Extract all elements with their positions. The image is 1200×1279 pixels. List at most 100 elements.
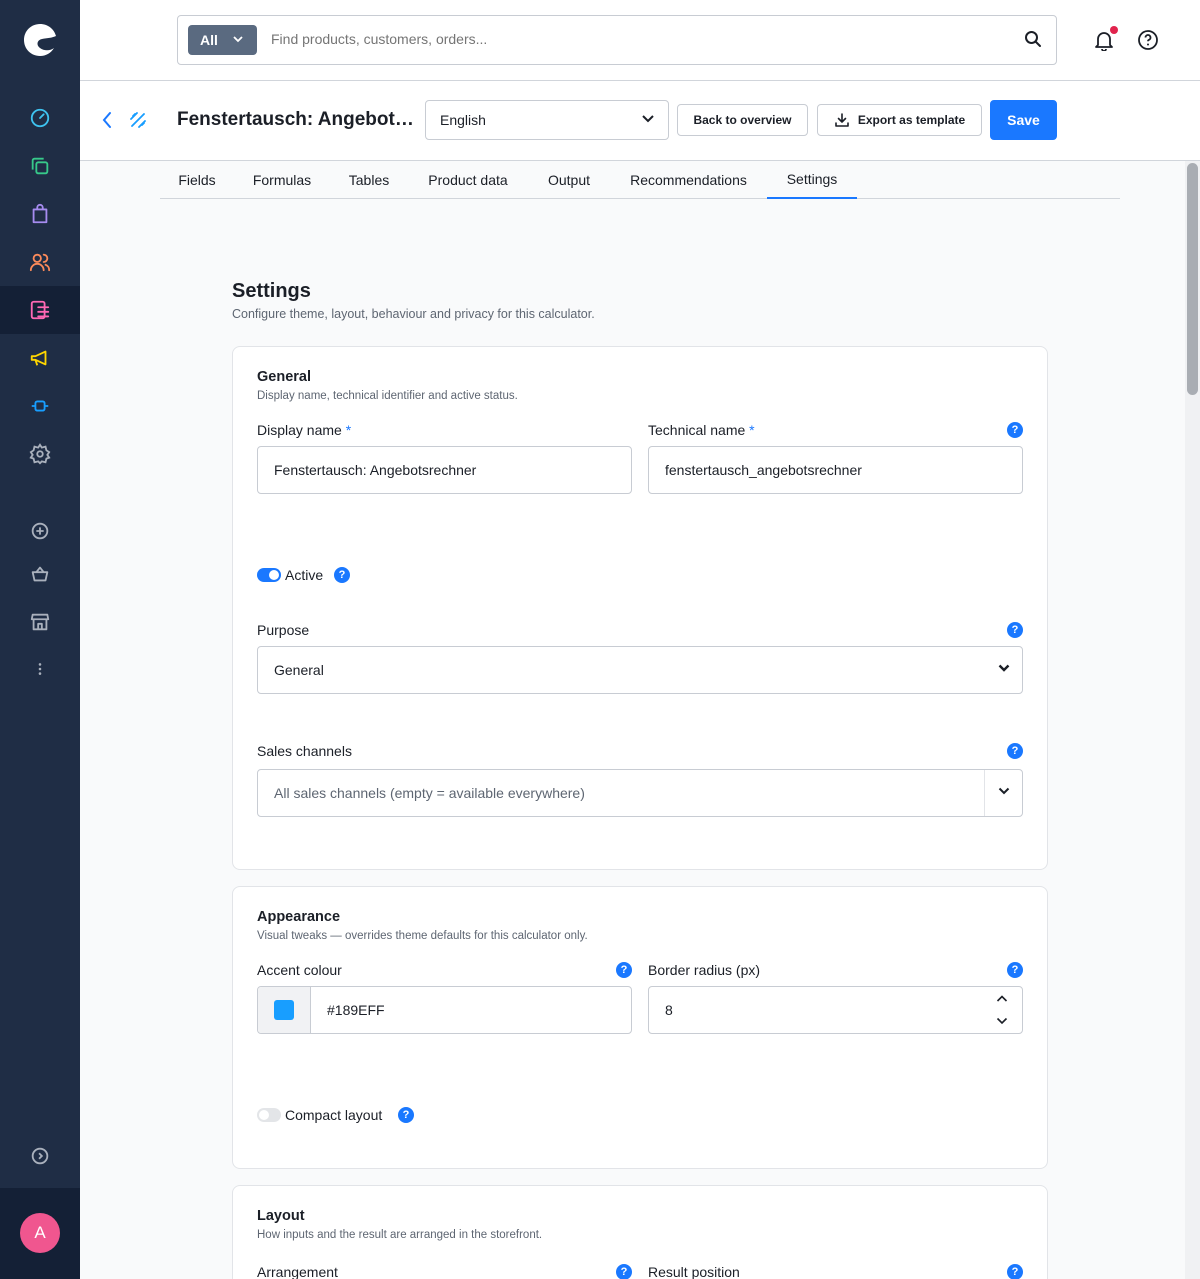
result-position-help-icon[interactable]: ?	[1007, 1264, 1023, 1279]
sidebar-item-customers[interactable]	[0, 238, 80, 286]
sidebar-expand-button[interactable]	[0, 1132, 80, 1180]
sidebar-item-sales-channel[interactable]	[0, 598, 80, 646]
chevron-down-icon[interactable]	[996, 1017, 1008, 1025]
chevron-down-icon	[642, 115, 654, 123]
chevron-left-icon[interactable]	[101, 111, 113, 129]
purpose-label: Purpose	[257, 622, 310, 638]
users-icon	[29, 253, 51, 272]
compact-layout-toggle[interactable]	[257, 1108, 281, 1122]
layout-card: Layout How inputs and the result are arr…	[232, 1185, 1048, 1279]
purpose-select[interactable]: General	[257, 646, 1023, 694]
chevron-down-icon	[233, 36, 243, 43]
settings-title: Settings	[232, 280, 311, 302]
megaphone-icon	[30, 350, 47, 366]
shopping-bag-icon	[32, 203, 48, 224]
active-toggle[interactable]	[257, 568, 281, 582]
sidebar-item-content[interactable]	[0, 286, 80, 334]
general-card: General Display name, technical identifi…	[232, 346, 1048, 870]
sidebar-item-orders[interactable]	[0, 190, 80, 238]
tab-bar: Fields Formulas Tables Product data Outp…	[160, 161, 1120, 199]
general-subtitle: Display name, technical identifier and a…	[257, 390, 518, 402]
sales-channels-placeholder: All sales channels (empty = available ev…	[274, 785, 585, 801]
shopware-logo-icon[interactable]	[20, 20, 60, 60]
top-bar: All	[80, 0, 1200, 81]
search-type-select[interactable]: All	[188, 25, 257, 55]
search-input[interactable]	[271, 31, 971, 47]
sidebar-item-add[interactable]	[0, 507, 80, 555]
tab-recommendations[interactable]: Recommendations	[610, 161, 767, 199]
export-template-label: Export as template	[857, 113, 966, 127]
accent-colour-help-icon[interactable]: ?	[616, 962, 632, 978]
sidebar-item-extensions[interactable]	[0, 382, 80, 430]
search-type-label: All	[200, 32, 218, 48]
active-help-icon[interactable]: ?	[334, 567, 350, 583]
settings-subtitle: Configure theme, layout, behaviour and p…	[232, 307, 595, 321]
more-vertical-icon	[38, 663, 42, 675]
global-search: All	[177, 15, 1057, 65]
layout-title: Layout	[257, 1208, 305, 1224]
avatar[interactable]: A	[20, 1213, 60, 1253]
technical-name-field[interactable]: fenstertausch_angebotsrechner	[648, 446, 1023, 494]
sidebar: A	[0, 0, 80, 1279]
arrangement-help-icon[interactable]: ?	[616, 1264, 632, 1279]
help-circle-icon[interactable]	[1137, 29, 1159, 51]
accent-colour-field[interactable]: #189EFF	[257, 986, 632, 1034]
purpose-help-icon[interactable]: ?	[1007, 622, 1023, 638]
accent-colour-label: Accent colour	[257, 962, 342, 978]
chevron-down-icon	[998, 787, 1010, 795]
search-icon[interactable]	[1024, 30, 1042, 48]
back-to-overview-button[interactable]: Back to overview	[677, 104, 808, 136]
border-radius-help-icon[interactable]: ?	[1007, 962, 1023, 978]
tab-fields[interactable]: Fields	[160, 161, 234, 199]
border-radius-field[interactable]: 8	[648, 986, 1023, 1034]
purpose-value: General	[274, 662, 324, 678]
chevron-down-icon	[998, 664, 1010, 672]
compact-layout-label: Compact layout	[285, 1107, 383, 1123]
basket-icon	[31, 566, 49, 582]
storefront-icon	[30, 613, 50, 631]
tab-formulas[interactable]: Formulas	[234, 161, 330, 199]
copy-icon	[31, 157, 49, 175]
page-header: Fenstertausch: Angebotsr... English Back…	[80, 81, 1200, 161]
language-select[interactable]: English	[425, 100, 669, 140]
sidebar-item-dashboard[interactable]	[0, 94, 80, 142]
sidebar-item-catalogues[interactable]	[0, 142, 80, 190]
appearance-title: Appearance	[257, 909, 341, 925]
plus-circle-icon	[31, 522, 49, 540]
technical-name-help-icon[interactable]: ?	[1007, 422, 1023, 438]
sales-channels-select[interactable]: All sales channels (empty = available ev…	[257, 769, 1023, 817]
scrollbar-thumb[interactable]	[1187, 163, 1198, 395]
sidebar-item-basket[interactable]	[0, 550, 80, 598]
sidebar-item-marketing[interactable]	[0, 334, 80, 382]
sales-channels-help-icon[interactable]: ?	[1007, 743, 1023, 759]
calculator-module-icon	[130, 112, 146, 128]
sales-channels-label: Sales channels	[257, 743, 352, 759]
content-icon	[30, 300, 50, 320]
export-template-button[interactable]: Export as template	[817, 104, 982, 136]
chevron-right-circle-icon	[31, 1147, 49, 1165]
download-icon	[835, 113, 849, 127]
display-name-label: Display name *	[257, 422, 352, 438]
tab-product-data[interactable]: Product data	[408, 161, 528, 199]
tab-tables[interactable]: Tables	[330, 161, 408, 199]
border-radius-label: Border radius (px)	[648, 962, 761, 978]
sidebar-item-more[interactable]	[0, 645, 80, 693]
appearance-subtitle: Visual tweaks — overrides theme defaults…	[257, 930, 588, 942]
accent-swatch	[274, 1000, 294, 1020]
save-button[interactable]: Save	[990, 100, 1057, 140]
tab-settings[interactable]: Settings	[767, 161, 857, 199]
chevron-up-icon[interactable]	[996, 995, 1008, 1003]
result-position-label: Result position	[648, 1264, 740, 1279]
general-title: General	[257, 369, 311, 385]
compact-layout-help-icon[interactable]: ?	[398, 1107, 414, 1123]
arrangement-label: Arrangement	[257, 1264, 338, 1279]
active-label: Active	[285, 567, 324, 583]
language-value: English	[440, 112, 486, 128]
sidebar-item-settings[interactable]	[0, 430, 80, 478]
select-divider	[984, 770, 985, 816]
display-name-field[interactable]: Fenstertausch: Angebotsrechner	[257, 446, 632, 494]
tab-output[interactable]: Output	[528, 161, 610, 199]
page-title: Fenstertausch: Angebotsr...	[177, 109, 422, 130]
color-picker-button[interactable]	[258, 987, 311, 1033]
notification-dot	[1110, 26, 1118, 34]
